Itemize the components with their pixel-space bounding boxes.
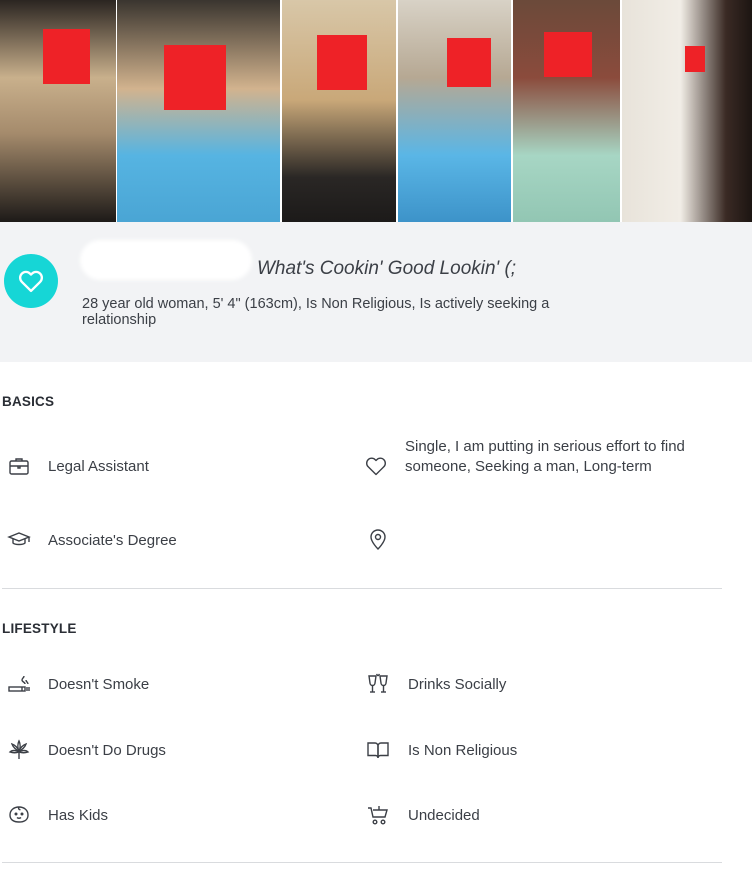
smoking-icon bbox=[8, 675, 30, 692]
profile-tagline: What's Cookin' Good Lookin' (; bbox=[257, 258, 517, 279]
heart-outline-icon bbox=[366, 457, 386, 476]
redacted-username bbox=[80, 240, 252, 280]
redaction-box bbox=[685, 46, 705, 72]
profile-photo-1[interactable] bbox=[0, 0, 116, 222]
redaction-box bbox=[164, 45, 226, 110]
lifestyle-want-kids: Undecided bbox=[408, 807, 480, 824]
profile-photo-6[interactable] bbox=[622, 0, 752, 222]
profile-photo-3[interactable] bbox=[282, 0, 396, 222]
redaction-box bbox=[317, 35, 367, 90]
profile-photo-5[interactable] bbox=[513, 0, 620, 222]
baby-face-icon bbox=[9, 806, 29, 823]
basics-relationship: Single, I am putting in serious effort t… bbox=[405, 438, 685, 475]
redaction-box bbox=[43, 29, 90, 84]
section-divider bbox=[2, 588, 722, 589]
photo-strip bbox=[0, 0, 752, 222]
basics-occupation: Legal Assistant bbox=[48, 458, 149, 475]
profile-summary: 28 year old woman, 5' 4" (163cm), Is Non… bbox=[82, 296, 550, 328]
lifestyle-religion: Is Non Religious bbox=[408, 742, 518, 759]
stroller-icon bbox=[368, 806, 388, 825]
redaction-box bbox=[544, 32, 592, 77]
basics-education: Associate's Degree bbox=[48, 532, 177, 549]
briefcase-icon bbox=[9, 458, 29, 475]
profile-photo-4[interactable] bbox=[398, 0, 511, 222]
map-pin-icon bbox=[370, 529, 386, 550]
graduation-cap-icon bbox=[7, 532, 31, 546]
lifestyle-drugs: Doesn't Do Drugs bbox=[48, 742, 166, 759]
lifestyle-drinking: Drinks Socially bbox=[408, 676, 507, 693]
profile-photo-2[interactable] bbox=[117, 0, 280, 222]
like-button[interactable] bbox=[4, 254, 58, 308]
cannabis-leaf-icon bbox=[8, 739, 30, 759]
heart-icon bbox=[18, 270, 44, 293]
lifestyle-smoking: Doesn't Smoke bbox=[48, 676, 150, 693]
section-divider bbox=[2, 862, 722, 863]
wine-glasses-icon bbox=[368, 673, 388, 693]
book-icon bbox=[367, 742, 389, 759]
section-title-lifestyle: LIFESTYLE bbox=[2, 621, 77, 636]
redaction-box bbox=[447, 38, 491, 87]
lifestyle-kids: Has Kids bbox=[48, 807, 109, 824]
section-title-basics: BASICS bbox=[2, 394, 55, 409]
